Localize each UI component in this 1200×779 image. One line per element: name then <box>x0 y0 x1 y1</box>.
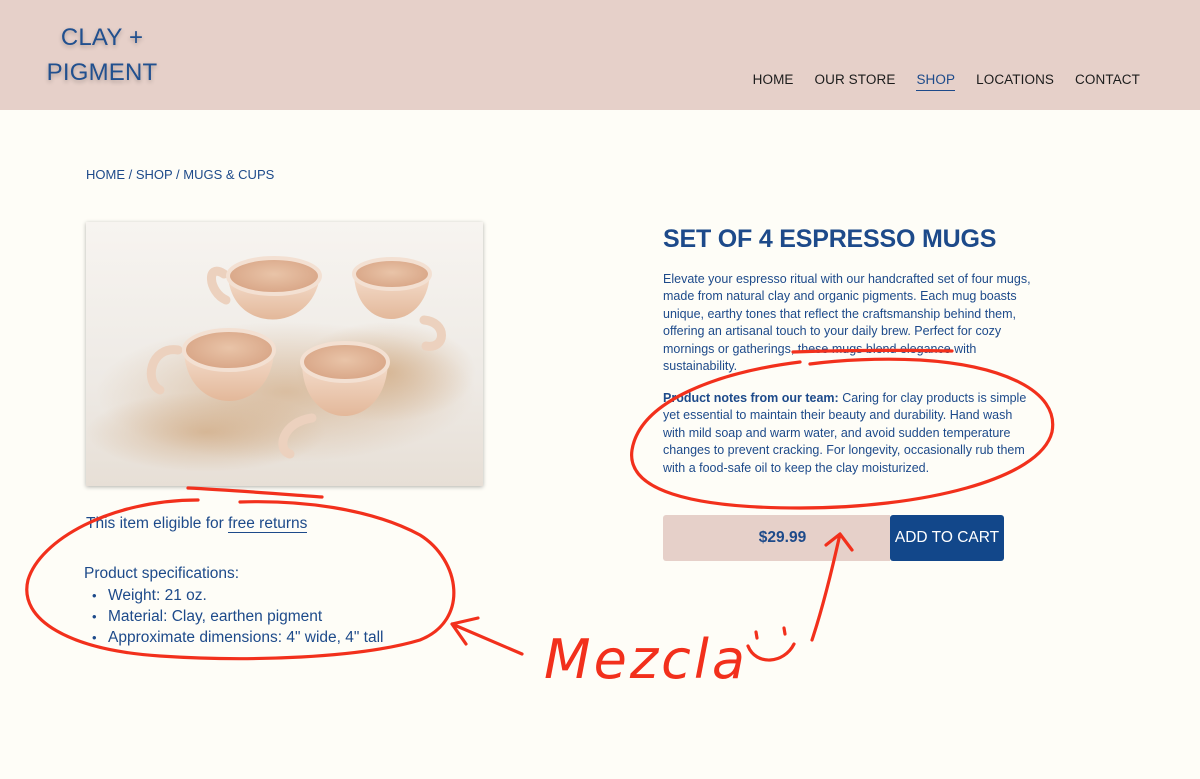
returns-prefix: This item eligible for <box>86 515 229 532</box>
nav-contact[interactable]: CONTACT <box>1075 72 1140 91</box>
mugs-illustration <box>86 256 476 472</box>
returns-note: This item eligible for free returns <box>86 515 308 533</box>
product-description: Elevate your espresso ritual with our ha… <box>663 272 1031 374</box>
annotation-arrow-specs <box>450 616 524 656</box>
spec-item: Weight: 21 oz. <box>84 585 384 606</box>
brand-line-2: PIGMENT <box>46 59 158 86</box>
free-returns-link[interactable]: free returns <box>228 515 308 533</box>
price-display: $29.99 <box>663 515 890 561</box>
notes-heading: Product notes from our team: <box>663 391 839 405</box>
nav-locations[interactable]: LOCATIONS <box>976 72 1054 91</box>
main-nav: HOME OUR STORE SHOP LOCATIONS CONTACT <box>732 72 1140 91</box>
cart-bar: $29.99 ADD TO CART <box>663 515 1004 561</box>
nav-our-store[interactable]: OUR STORE <box>815 72 896 91</box>
specs-heading: Product specifications: <box>84 565 240 582</box>
site-header: CLAY + PIGMENT HOME OUR STORE SHOP LOCAT… <box>0 0 1200 110</box>
breadcrumb[interactable]: HOME / SHOP / MUGS & CUPS <box>86 167 274 182</box>
brand-logo[interactable]: CLAY + PIGMENT <box>46 20 158 90</box>
specs-list: Weight: 21 oz. Material: Clay, earthen p… <box>84 585 384 648</box>
annotation-underline-photo <box>186 486 324 499</box>
product-specifications: Product specifications: Weight: 21 oz. M… <box>84 563 384 648</box>
spec-item: Material: Clay, earthen pigment <box>84 606 384 627</box>
nav-shop[interactable]: SHOP <box>916 72 956 91</box>
annotation-smiley <box>746 626 796 662</box>
product-title: SET OF 4 ESPRESSO MUGS <box>663 225 997 253</box>
brand-line-1: CLAY + <box>60 24 144 51</box>
product-notes: Product notes from our team: Caring for … <box>663 390 1035 477</box>
add-to-cart-button[interactable]: ADD TO CART <box>890 515 1004 561</box>
nav-home[interactable]: HOME <box>753 72 794 91</box>
spec-item: Approximate dimensions: 4" wide, 4" tall <box>84 627 384 648</box>
product-photo <box>86 222 483 486</box>
annotation-handwriting: Mezcla <box>544 628 748 691</box>
